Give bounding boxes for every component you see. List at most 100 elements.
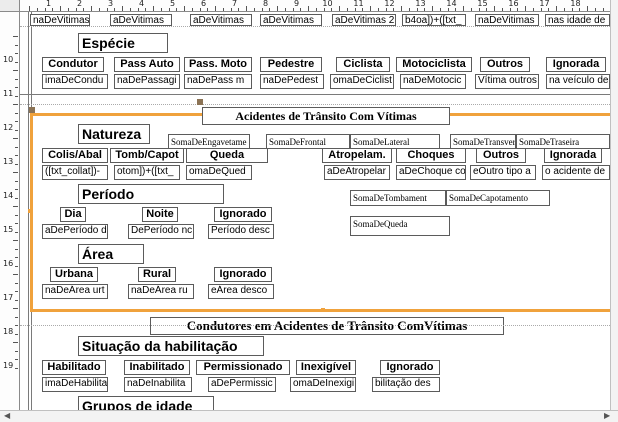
sum-field[interactable]: SomaDeEngavetame: [168, 134, 250, 149]
field-box[interactable]: o acidente de: [542, 165, 610, 180]
field-box[interactable]: omaDeQued: [186, 165, 252, 180]
horizontal-scrollbar[interactable]: ◀ ▶: [0, 410, 618, 422]
header-label[interactable]: Outros: [476, 148, 526, 163]
ruler-tick: [15, 350, 18, 352]
field-box[interactable]: naDePass m: [184, 74, 252, 89]
field-box[interactable]: naDePassagi: [114, 74, 180, 89]
ruler-number: 9: [293, 0, 300, 8]
ruler-number: 10: [3, 55, 14, 64]
ruler-tick: [470, 8, 472, 11]
field-box[interactable]: naDeVitimas: [30, 14, 90, 26]
resize-handle[interactable]: [321, 308, 325, 312]
header-label[interactable]: Rural: [138, 267, 176, 282]
report-canvas[interactable]: naDeVitimas aDeVitimas aDeVitimas aDeVit…: [20, 12, 610, 416]
sum-field[interactable]: SomaDeCapotamento: [446, 190, 550, 206]
field-box[interactable]: aDePermissic: [208, 377, 276, 392]
ruler-number: 18: [3, 327, 14, 336]
condutores-title[interactable]: Condutores em Acidentes de Trânsito ComV…: [150, 317, 504, 335]
sum-field[interactable]: SomaDeLateral: [350, 134, 440, 149]
field-box[interactable]: ([txt_collat])-: [42, 165, 108, 180]
header-label[interactable]: Ignorado: [214, 207, 272, 222]
scroll-left-icon[interactable]: ◀: [4, 411, 10, 421]
header-label[interactable]: Ignorada: [546, 57, 606, 72]
resize-handle[interactable]: [28, 209, 32, 213]
sum-field[interactable]: SomaDeQueda: [350, 216, 450, 236]
field-box[interactable]: aDeVitimas: [110, 14, 172, 26]
ruler-tick: [15, 163, 18, 165]
ruler-tick: [137, 8, 139, 11]
field-box[interactable]: Período desc: [208, 224, 274, 239]
section-title-habilitacao[interactable]: Situação da habilitação: [78, 336, 264, 356]
sum-field[interactable]: SomaDeTransversa: [450, 134, 516, 149]
header-label[interactable]: Queda: [186, 148, 268, 163]
header-label[interactable]: Ignorada: [544, 148, 602, 163]
header-label[interactable]: Condutor: [42, 57, 104, 72]
header-label[interactable]: Ignorado: [214, 267, 272, 282]
field-box[interactable]: eOutro tipo a: [470, 165, 536, 180]
field-box[interactable]: naDeVitimas: [475, 14, 539, 26]
scroll-right-icon[interactable]: ▶: [604, 411, 610, 421]
header-label[interactable]: Habilitado: [42, 360, 106, 375]
field-box[interactable]: aDeAtropelar: [324, 165, 390, 180]
field-box[interactable]: naDeMotocic: [400, 74, 466, 89]
header-label[interactable]: Tomb/Capot: [110, 148, 184, 163]
ruler-tick: [98, 8, 100, 11]
section-title-periodo[interactable]: Período: [78, 184, 224, 204]
field-box[interactable]: naDeInabilita: [124, 377, 192, 392]
field-box[interactable]: na veículo de: [546, 74, 610, 89]
sum-field[interactable]: SomaDeTombament: [350, 190, 446, 206]
field-box[interactable]: imaDeHabilita: [42, 377, 108, 392]
header-label[interactable]: Dia: [60, 207, 86, 222]
field-box[interactable]: imaDeCondu: [42, 74, 108, 89]
field-box[interactable]: naDePedest: [260, 74, 324, 89]
field-box[interactable]: eÁrea desco: [208, 284, 274, 299]
section-title-natureza[interactable]: Natureza: [78, 124, 150, 144]
header-label[interactable]: Atropelam.: [322, 148, 392, 163]
section-title-especie[interactable]: Espécie: [78, 33, 168, 53]
ruler-tick: [114, 8, 116, 11]
ruler-tick: [13, 274, 18, 275]
header-label[interactable]: Pass Auto: [114, 57, 180, 72]
field-box[interactable]: aDeVitimas: [190, 14, 252, 26]
header-label[interactable]: Permissionado: [196, 360, 290, 375]
ruler-tick: [15, 316, 18, 318]
header-label[interactable]: Ignorado: [380, 360, 440, 375]
header-label[interactable]: Colis/Abal: [42, 148, 108, 163]
header-label[interactable]: Pedestre: [260, 57, 322, 72]
sum-field[interactable]: SomaDeTraseira: [516, 134, 610, 149]
field-box[interactable]: omaDeInexigi: [290, 377, 356, 392]
header-label[interactable]: Pass. Moto: [184, 57, 252, 72]
ruler-tick: [15, 367, 18, 369]
field-box[interactable]: naDeÁrea urt: [42, 284, 108, 299]
sum-field[interactable]: SomaDeFrontal: [266, 134, 350, 149]
field-box[interactable]: aDeChoque co: [396, 165, 466, 180]
header-label[interactable]: Urbana: [50, 267, 98, 282]
ruler-tick: [176, 8, 178, 11]
field-box[interactable]: nas idade de: [545, 14, 610, 26]
header-label[interactable]: Inexigível: [296, 360, 356, 375]
ruler-tick: [13, 308, 18, 309]
header-label[interactable]: Choques: [396, 148, 466, 163]
field-box[interactable]: DePeríodo nc: [128, 224, 194, 239]
vertical-scrollbar[interactable]: [610, 0, 618, 410]
header-label[interactable]: Outros: [480, 57, 530, 72]
field-box[interactable]: Vítima outros: [475, 74, 539, 89]
field-box[interactable]: aDeVitimas: [260, 14, 322, 26]
field-box[interactable]: naDeÁrea ru: [128, 284, 194, 299]
header-label[interactable]: Noite: [142, 207, 178, 222]
field-box[interactable]: b4oa])+([txt_: [402, 14, 466, 26]
field-box[interactable]: aDePeríodo d: [42, 224, 108, 239]
header-label[interactable]: Ciclista: [336, 57, 390, 72]
ruler-tick: [238, 8, 240, 11]
field-box[interactable]: bilitação des: [372, 377, 440, 392]
resize-handle[interactable]: [29, 107, 35, 113]
header-label[interactable]: Inabilitado: [124, 360, 190, 375]
resize-handle[interactable]: [197, 99, 203, 105]
section-title-area[interactable]: Área: [78, 244, 144, 264]
header-label[interactable]: Motociclista: [396, 57, 472, 72]
field-box[interactable]: aDeVitimas 2: [332, 14, 396, 26]
ruler-tick: [315, 8, 317, 11]
subreport-title[interactable]: Acidentes de Trânsito Com Vítimas: [202, 107, 450, 125]
field-box[interactable]: omaDeCiclist: [330, 74, 394, 89]
field-box[interactable]: otom])+([txt_: [114, 165, 180, 180]
